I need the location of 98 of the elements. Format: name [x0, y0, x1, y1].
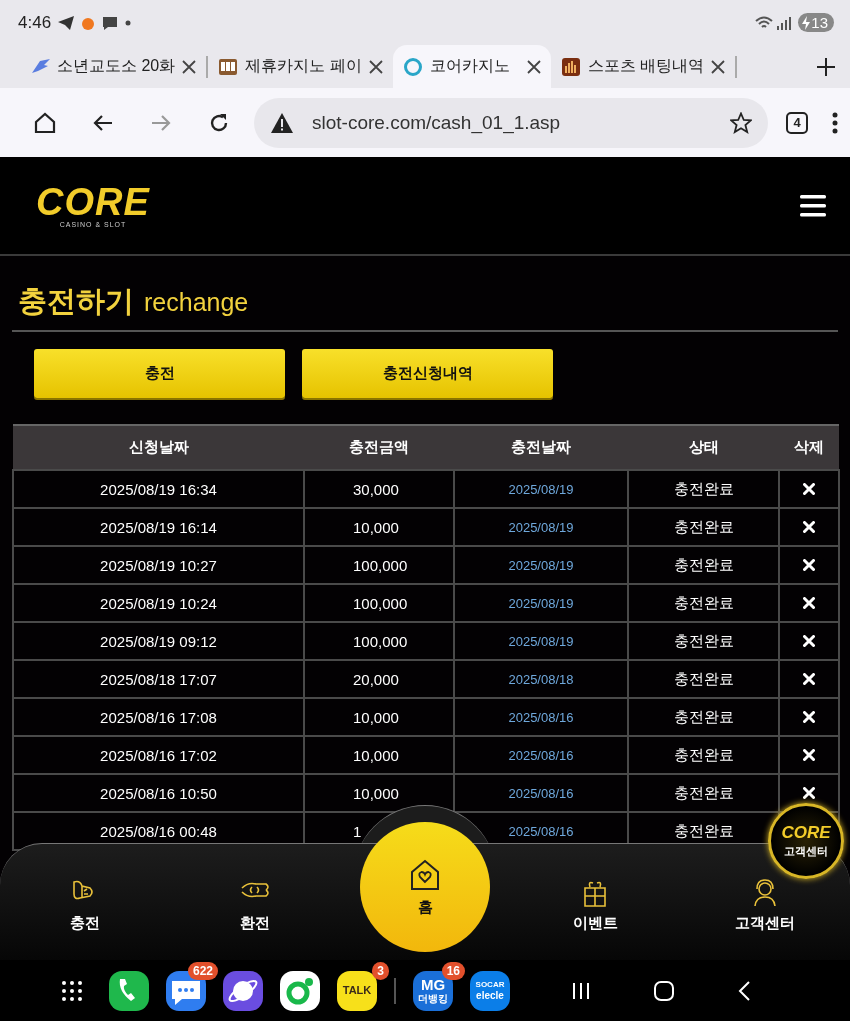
nav-link[interactable]: 고객센터	[735, 914, 795, 933]
page-subtitle: rechange	[144, 288, 249, 317]
tab-button[interactable]: 충전신청내역	[302, 349, 553, 398]
table-cell: 2025/08/16	[454, 698, 628, 736]
table-cell: 2025/08/16	[454, 774, 628, 812]
delete-x-icon[interactable]	[803, 787, 815, 799]
table-cell: 충전완료	[628, 736, 779, 774]
delete-x-icon[interactable]	[803, 673, 815, 685]
table-cell-text: 30,000	[353, 480, 400, 498]
table-cell: 2025/08/18 17:07	[13, 660, 304, 698]
delete-x-icon[interactable]	[803, 483, 815, 495]
warning-icon	[270, 111, 294, 134]
column-header: 충전날짜	[454, 425, 628, 470]
column-header: 신청날짜	[13, 425, 304, 470]
notification-badge: 3	[372, 961, 389, 980]
table-cell: 충전완료	[628, 546, 779, 584]
app-grid-icon[interactable]	[60, 978, 84, 1003]
battery-indicator: 13	[798, 13, 834, 32]
bar-chart-icon	[560, 56, 581, 77]
column-header: 충전금액	[304, 425, 454, 470]
delete-x-icon[interactable]	[803, 597, 815, 609]
delete-x-icon[interactable]	[803, 749, 815, 761]
close-icon[interactable]	[368, 59, 383, 74]
menu-icon[interactable]	[800, 194, 826, 217]
delete-x-icon[interactable]	[803, 559, 815, 571]
table-cell-text: 20,000	[353, 670, 400, 688]
table-cell: 충전완료	[628, 660, 779, 698]
address-bar[interactable]: slot-core.com/cash_01_1.asp	[254, 97, 768, 148]
column-header: 삭제	[779, 425, 839, 470]
charging-bolt-icon	[802, 15, 811, 30]
table-cell: 2025/08/19	[454, 508, 628, 546]
table-cell-text: 1	[353, 822, 363, 840]
table-cell: 2025/08/19 16:34	[13, 470, 304, 508]
star-icon[interactable]	[730, 111, 752, 134]
table-cell: 충전완료	[628, 584, 779, 622]
delete-x-icon[interactable]	[803, 521, 815, 533]
delete-x-icon[interactable]	[803, 635, 815, 647]
browser-tab[interactable]: 소년교도소 20화	[20, 45, 207, 88]
table-cell: 2025/08/19 16:14	[13, 508, 304, 546]
clock-time: 4:46	[18, 12, 52, 33]
table-cell: 2025/08/19	[454, 622, 628, 660]
table-cell: 100,000	[353, 594, 405, 612]
browser-tab[interactable]: 코어카지노	[392, 45, 551, 88]
table-cell: 100,000	[353, 556, 405, 574]
recent-apps-icon[interactable]	[571, 980, 591, 1001]
table-cell: 충전완료	[628, 774, 779, 812]
browser-tab[interactable]: 스포츠 배팅내역	[550, 45, 736, 88]
nav-link[interactable]: 충전	[70, 914, 100, 933]
home-key-icon[interactable]	[653, 979, 675, 1002]
signal-icon	[776, 14, 793, 31]
table-cell: 충전완료	[628, 622, 779, 660]
table-cell-text: 10,000	[353, 708, 400, 726]
table-cell: 2025/08/19 09:12	[13, 622, 304, 660]
delete-x-icon[interactable]	[803, 711, 815, 723]
ring-icon	[402, 56, 423, 77]
paper-plane-icon	[57, 14, 76, 31]
tab-count-button[interactable]: 4	[786, 111, 808, 134]
close-icon[interactable]	[182, 59, 197, 74]
browser-app-icon[interactable]	[223, 970, 263, 1011]
column-header: 상태	[628, 425, 779, 470]
table-cell: 2025/08/19	[454, 470, 628, 508]
table-cell: 2025/08/16	[454, 736, 628, 774]
notification-badge: 16	[441, 961, 465, 980]
chat-app-icon[interactable]: TALK	[337, 970, 377, 1011]
home-heart-icon	[409, 857, 441, 892]
table-cell: 충전완료	[628, 508, 779, 546]
notification-badge: 622	[187, 961, 218, 980]
table-cell: 2025/08/16 17:02	[13, 736, 304, 774]
table-cell: 2025/08/19	[454, 584, 628, 622]
table-cell-text: 10,000	[353, 518, 400, 536]
table-cell: 2025/08/19 10:24	[13, 584, 304, 622]
nav-link[interactable]: 환전	[240, 914, 270, 933]
table-cell-text: 10,000	[353, 784, 400, 802]
phone-app-icon[interactable]	[109, 970, 149, 1011]
page-title: 충전하기	[18, 284, 134, 319]
home-icon[interactable]	[33, 110, 57, 135]
table-cell: 2025/08/16 10:50	[13, 774, 304, 812]
close-icon[interactable]	[526, 59, 541, 74]
camera-app-icon[interactable]	[280, 970, 320, 1011]
table-cell: 충전완료	[628, 470, 779, 508]
table-cell: 100,000	[353, 632, 405, 650]
slot-machine-icon	[218, 56, 239, 77]
chat-bubble-icon	[101, 14, 120, 31]
browser-tab[interactable]: 제휴카지노 페이	[208, 45, 393, 88]
tab-button[interactable]: 충전	[34, 349, 285, 398]
close-icon[interactable]	[711, 59, 726, 74]
new-tab-plus-icon[interactable]	[816, 56, 836, 77]
table-cell: 충전완료	[628, 698, 779, 736]
table-cell: 2025/08/16 17:08	[13, 698, 304, 736]
dot-icon	[125, 19, 132, 26]
table-cell: 2025/08/18	[454, 660, 628, 698]
table-cell: 2025/08/19 10:27	[13, 546, 304, 584]
scooter-app-icon[interactable]: SOCAR elecle	[470, 970, 510, 1011]
more-menu-icon[interactable]	[832, 111, 838, 134]
table-cell-text: 10,000	[353, 746, 400, 764]
table-cell: 2025/08/19	[454, 546, 628, 584]
back-key-icon[interactable]	[737, 979, 751, 1002]
nav-link[interactable]: 이벤트	[572, 914, 618, 933]
